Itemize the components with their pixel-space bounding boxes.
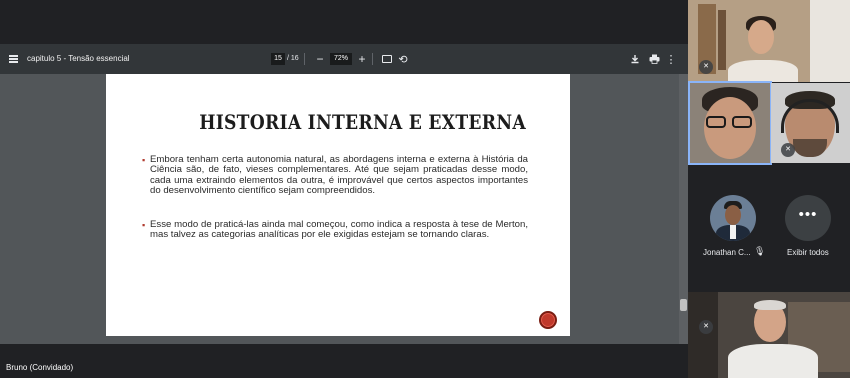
rotate-icon[interactable]: ⟲ (396, 52, 410, 66)
more-vert-icon[interactable]: ⋮ (664, 52, 678, 66)
participant-face (748, 20, 774, 54)
bullet-text: Esse modo de praticá-las ainda mal começ… (150, 219, 528, 241)
zoom-in-icon[interactable]: + (355, 52, 369, 66)
participant-name: Jonathan C... (703, 248, 751, 257)
pdf-toolbar: capitulo 5 - Tensão essencial 15 / 16 − … (0, 44, 688, 74)
glasses-icon (706, 116, 726, 128)
print-icon[interactable] (647, 52, 661, 66)
toolbar-divider (304, 53, 305, 65)
page-number-input[interactable]: 15 (271, 53, 285, 65)
meeting-stage: capitulo 5 - Tensão essencial 15 / 16 − … (0, 0, 850, 378)
participant-shirt (728, 60, 798, 82)
participant-shirt (730, 225, 736, 239)
fit-page-icon[interactable] (380, 52, 394, 66)
participant-face (725, 205, 741, 225)
page-total: / 16 (287, 55, 299, 62)
bullet-icon: ▪ (142, 155, 146, 165)
guitar-background (718, 10, 726, 70)
glasses-icon (732, 116, 752, 128)
participant-video-tile[interactable] (688, 292, 850, 378)
wall-background (810, 0, 850, 82)
zoom-out-icon[interactable]: − (313, 52, 327, 66)
bullet-item: ▪ Esse modo de praticá-las ainda mal com… (142, 219, 528, 241)
download-icon[interactable] (628, 52, 642, 66)
zoom-level-input[interactable]: 72% (330, 53, 352, 65)
scrollbar-thumb[interactable] (680, 299, 687, 311)
bullet-item: ▪ Embora tenham certa autonomia natural,… (142, 154, 528, 197)
document-title: capitulo 5 - Tensão essencial (27, 54, 130, 63)
bullet-icon: ▪ (142, 220, 146, 230)
participant-face (704, 97, 756, 159)
participant-video-tile-active[interactable] (688, 81, 772, 165)
mic-off-icon: ✕ (781, 143, 795, 157)
pdf-page: HISTORIA INTERNA E EXTERNA ▪ Embora tenh… (106, 74, 570, 336)
mic-off-icon: ✕ (699, 320, 713, 334)
red-circle-logo (539, 311, 557, 329)
show-all-button[interactable]: ••• (785, 195, 831, 241)
presenter-name-label: Bruno (Convidado) (3, 361, 77, 374)
slide-title: HISTORIA INTERNA E EXTERNA (199, 110, 526, 134)
mic-off-icon: ✕ (699, 60, 713, 74)
menu-icon[interactable] (6, 52, 20, 66)
avatar[interactable] (710, 195, 756, 241)
toolbar-divider (372, 53, 373, 65)
participant-hair (754, 300, 786, 310)
participant-beard (793, 139, 827, 157)
show-all-label[interactable]: Exibir todos (787, 248, 829, 257)
room-background (688, 292, 718, 378)
pdf-viewer: capitulo 5 - Tensão essencial 15 / 16 − … (0, 44, 688, 344)
bullet-text: Embora tenham certa autonomia natural, a… (150, 154, 528, 197)
participant-shirt (728, 344, 818, 378)
mic-off-icon: 🎙 (754, 246, 766, 256)
